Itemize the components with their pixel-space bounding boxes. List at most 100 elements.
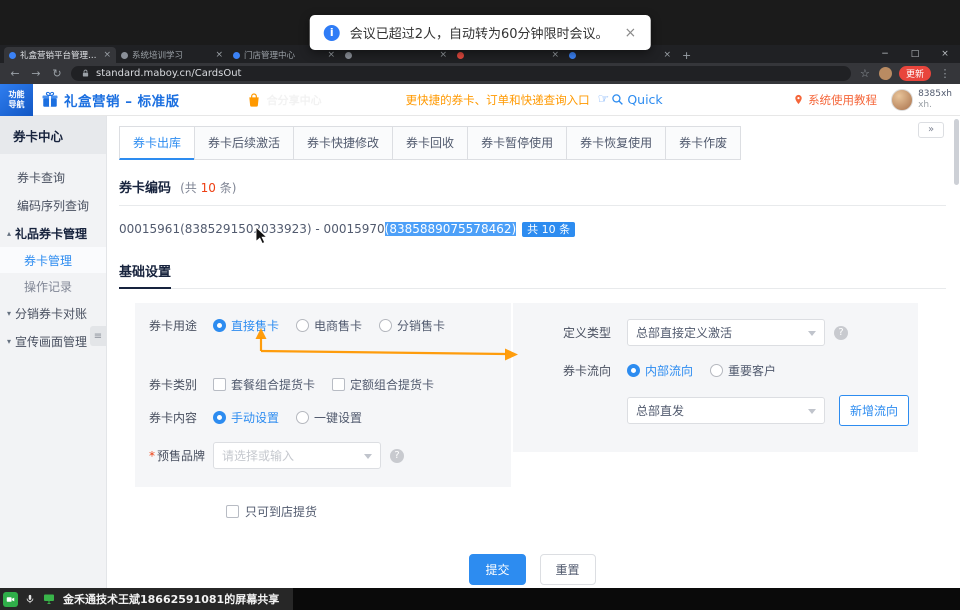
help-icon[interactable]: ? — [834, 326, 848, 340]
favicon — [9, 52, 16, 59]
toast-close-icon[interactable]: × — [625, 25, 637, 41]
app-header: 功能 导航 礼盒营销 – 标准版 合分享中心 更快捷的券卡、订单和快递查询入口 … — [0, 84, 960, 116]
submit-button[interactable]: 提交 — [469, 554, 525, 585]
content-tabs: 券卡出库 券卡后续激活 券卡快捷修改 券卡回收 券卡暂停使用 券卡恢复使用 券卡… — [119, 126, 946, 160]
screen: i 会议已超过2人，自动转为60分钟限时会议。 × 礼盒营销平台管理中心 × 系… — [0, 0, 960, 610]
radio-distribution-sale[interactable]: 分销售卡 — [379, 317, 445, 334]
radio-selected-icon — [627, 364, 640, 377]
checkbox-fixed-combo-pickup-card[interactable]: 定额组合提货卡 — [332, 376, 434, 393]
new-tab-button[interactable]: + — [682, 49, 691, 62]
presale-brand-select[interactable]: 请选择或输入 — [213, 442, 381, 469]
reload-icon[interactable]: ↻ — [50, 67, 64, 80]
tutorial-label: 系统使用教程 — [808, 92, 877, 108]
chevron-down-icon — [808, 409, 816, 414]
tab-close-icon[interactable]: × — [551, 50, 559, 60]
radio-internal-flow[interactable]: 内部流向 — [627, 362, 693, 379]
field-flow-target: 总部直发 新增流向 — [513, 387, 918, 434]
close-window-button[interactable]: × — [930, 45, 960, 63]
url-bar[interactable]: standard.maboy.cn/CardsOut — [71, 66, 851, 81]
browser-update-chip[interactable]: 更新 — [899, 66, 931, 81]
field-label: 券卡用途 — [149, 317, 213, 334]
tab-close-icon[interactable]: × — [663, 50, 671, 60]
app-body: 券卡中心 券卡查询 编码序列查询 ▴ 礼品券卡管理 券卡管理 操作记录 ▾ 分销… — [0, 116, 960, 588]
minimize-button[interactable]: − — [870, 45, 900, 63]
tabs-overflow-button[interactable]: » — [918, 122, 944, 138]
add-flow-button[interactable]: 新增流向 — [839, 395, 909, 426]
tab-card-void[interactable]: 券卡作废 — [665, 126, 741, 160]
reset-button[interactable]: 重置 — [540, 554, 596, 585]
chevron-down-icon — [808, 331, 816, 336]
maximize-button[interactable]: □ — [900, 45, 930, 63]
browser-tab-2[interactable]: 系统培训学习 × — [116, 47, 228, 63]
meeting-app-icon — [3, 592, 18, 607]
divider — [119, 205, 946, 206]
checkbox-icon[interactable] — [226, 505, 239, 518]
browser-profile-avatar[interactable] — [879, 67, 892, 80]
sidebar-item-card-query[interactable]: 券卡查询 — [0, 163, 106, 191]
field-card-flow: 券卡流向 内部流向 重要客户 — [513, 354, 918, 387]
screen-share-icon — [42, 593, 56, 605]
chevron-down-icon — [364, 454, 372, 459]
tab-suspend-use[interactable]: 券卡暂停使用 — [467, 126, 567, 160]
radio-direct-sale[interactable]: 直接售卡 — [213, 317, 279, 334]
back-icon[interactable]: ← — [8, 67, 22, 80]
sidebar-group-distribution-reconcile[interactable]: ▾ 分销券卡对账 — [0, 299, 106, 327]
tab-followup-activation[interactable]: 券卡后续激活 — [194, 126, 294, 160]
settings-form: 券卡用途 直接售卡 电商售卡 分销售卡 — [135, 303, 918, 487]
info-icon: i — [324, 25, 340, 41]
sidebar-item-code-sequence-query[interactable]: 编码序列查询 — [0, 191, 106, 219]
radio-label: 一键设置 — [314, 409, 362, 426]
field-label: 定义类型 — [563, 324, 615, 341]
tab-card-recycle[interactable]: 券卡回收 — [392, 126, 468, 160]
browser-tab-1[interactable]: 礼盒营销平台管理中心 × — [4, 47, 116, 63]
function-nav-button[interactable]: 功能 导航 — [0, 84, 33, 116]
microphone-icon[interactable] — [25, 592, 35, 606]
chevron-down-icon: ▾ — [7, 337, 11, 346]
tutorial-link[interactable]: 系统使用教程 — [793, 92, 877, 108]
section-title-card-codes: 券卡编码 — [119, 181, 171, 196]
tab-quick-modify[interactable]: 券卡快捷修改 — [293, 126, 393, 160]
quick-link[interactable]: Quick — [611, 92, 662, 107]
sidebar-item-card-management[interactable]: 券卡管理 — [0, 247, 106, 273]
radio-ecommerce-sale[interactable]: 电商售卡 — [296, 317, 362, 334]
checkbox-combo-pickup-card[interactable]: 套餐组合提货卡 — [213, 376, 315, 393]
favicon — [457, 52, 464, 59]
tab-close-icon[interactable]: × — [215, 50, 223, 60]
checkbox-label: 定额组合提货卡 — [350, 376, 434, 393]
bookmark-star-icon[interactable]: ☆ — [858, 67, 872, 80]
tab-title: 系统培训学习 — [132, 49, 211, 61]
field-label: 券卡类别 — [149, 376, 213, 393]
share-center-link[interactable]: 合分享中心 — [246, 92, 322, 108]
required-mark: * — [149, 449, 155, 463]
radio-important-customer[interactable]: 重要客户 — [710, 362, 776, 379]
pointing-hand-icon: ☞ — [598, 92, 610, 107]
tab-close-icon[interactable]: × — [327, 50, 335, 60]
scrollbar-thumb[interactable] — [954, 119, 959, 185]
sidebar-item-operation-log[interactable]: 操作记录 — [0, 273, 106, 299]
tab-resume-use[interactable]: 券卡恢复使用 — [566, 126, 666, 160]
tab-card-outbound[interactable]: 券卡出库 — [119, 126, 195, 160]
tab-close-icon[interactable]: × — [439, 50, 447, 60]
nav-box-line2: 导航 — [9, 100, 25, 110]
flow-target-select[interactable]: 总部直发 — [627, 397, 825, 424]
help-icon[interactable]: ? — [390, 449, 404, 463]
sidebar-group-gift-card-management[interactable]: ▴ 礼品券卡管理 — [0, 219, 106, 247]
field-store-only: 只可到店提货 — [226, 503, 946, 520]
checkbox-icon — [213, 378, 226, 391]
define-type-select[interactable]: 总部直接定义激活 — [627, 319, 825, 346]
favicon — [121, 52, 128, 59]
scrollbar-track[interactable] — [953, 116, 959, 588]
search-q-icon — [611, 93, 624, 106]
sidebar-collapse-handle[interactable]: ≡ — [90, 326, 106, 346]
radio-manual-setup[interactable]: 手动设置 — [213, 409, 279, 426]
browser-menu-icon[interactable]: ⋮ — [938, 67, 952, 80]
favicon — [569, 52, 576, 59]
forward-icon[interactable]: → — [29, 67, 43, 80]
radio-one-click-setup[interactable]: 一键设置 — [296, 409, 362, 426]
field-card-content: 券卡内容 手动设置 一键设置 — [135, 401, 511, 434]
user-avatar[interactable] — [891, 89, 913, 111]
form-right-panel: 定义类型 总部直接定义激活 ? 券卡流向 内部流向 — [513, 303, 918, 452]
tab-close-icon[interactable]: × — [103, 50, 111, 60]
sidebar-title: 券卡中心 — [0, 116, 106, 154]
card-codes-count: (共 10 条) — [180, 181, 236, 195]
